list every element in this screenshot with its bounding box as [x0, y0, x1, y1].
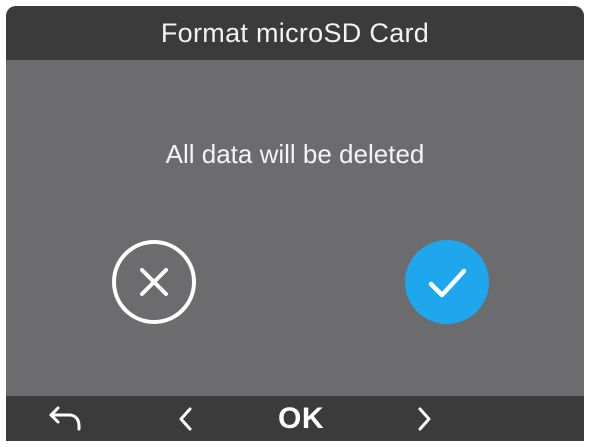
title-bar: Format microSD Card [6, 6, 584, 60]
bottom-nav-bar: OK [6, 396, 584, 441]
ok-button[interactable]: OK [256, 396, 346, 441]
circle-x-icon [112, 240, 196, 324]
circle-check-icon [405, 240, 489, 324]
chevron-left-icon [179, 407, 192, 430]
confirm-button[interactable] [404, 239, 490, 325]
format-dialog-screen: Format microSD Card All data will be del… [6, 6, 584, 441]
warning-message: All data will be deleted [165, 139, 425, 169]
back-button[interactable] [40, 396, 90, 441]
return-arrow-icon [49, 406, 81, 430]
ok-label: OK [278, 401, 324, 435]
previous-button[interactable] [166, 396, 206, 441]
next-button[interactable] [404, 396, 444, 441]
chevron-right-icon [418, 407, 431, 430]
cancel-button[interactable] [111, 239, 197, 325]
dialog-title: Format microSD Card [160, 17, 430, 48]
